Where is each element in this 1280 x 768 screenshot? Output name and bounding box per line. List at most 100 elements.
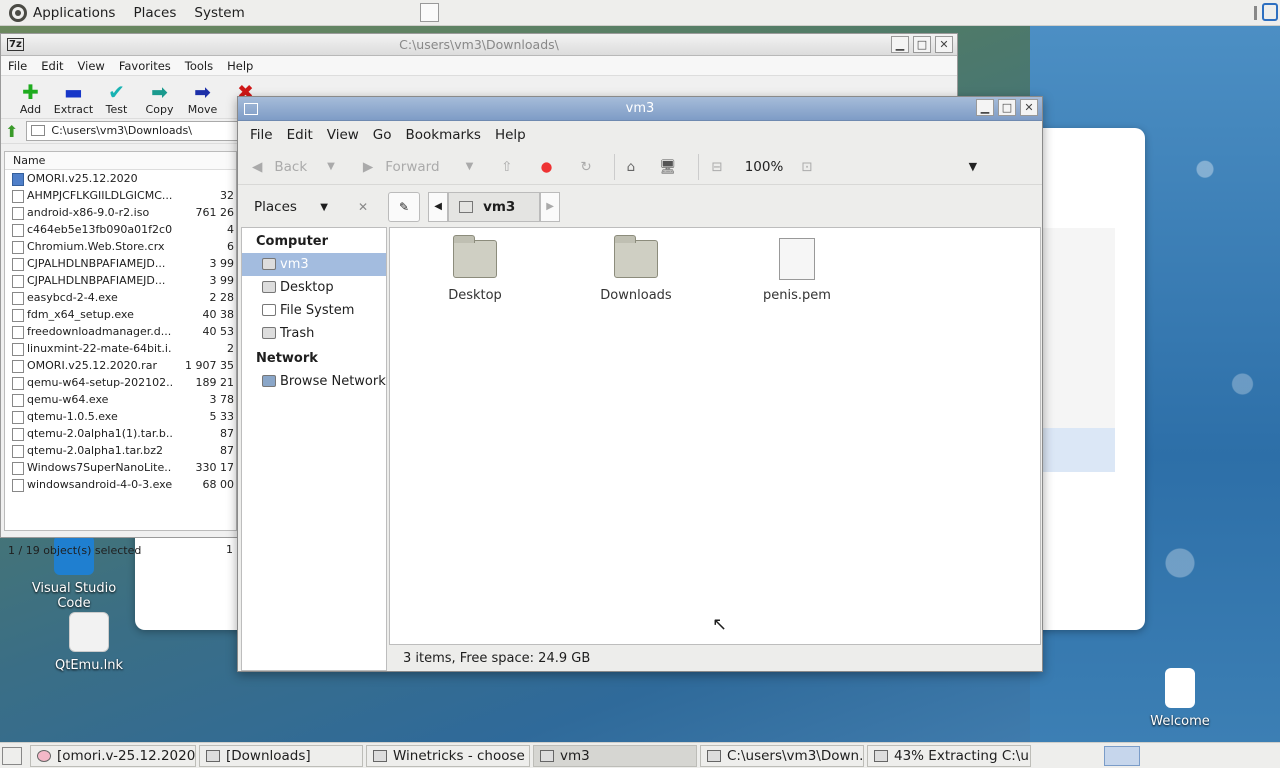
maximize-button[interactable]: □ [913,36,931,53]
7zip-icon [874,749,888,762]
file-row[interactable]: OMORI.v25.12.2020 [5,170,236,187]
7zip-file-list: Name OMORI.v25.12.2020 AHMPJCFLKGIILDLGIC… [4,151,237,531]
file-row[interactable]: Chromium.Web.Store.crx 6 [5,238,236,255]
desktop-icon-welcome[interactable]: Welcome [1120,668,1240,729]
menu-edit[interactable]: Edit [280,127,320,143]
file-row[interactable]: qtemu-2.0alpha1.tar.bz2 87 [5,442,236,459]
computer-button[interactable]: 🖥 [659,159,676,175]
workspace-switcher[interactable] [1104,745,1140,766]
menu-view[interactable]: View [320,127,366,143]
menu-edit[interactable]: Edit [34,59,70,73]
task-winetricks[interactable]: Winetricks - choose ... [366,744,530,767]
path-button-vm3[interactable]: vm3 [448,192,541,222]
menu-bookmarks[interactable]: Bookmarks [399,127,488,143]
close-sidebar-icon[interactable]: ✕ [358,200,368,214]
file-item-pem[interactable]: penis.pem [737,238,857,303]
minimize-button[interactable]: ▁ [976,99,994,116]
menu-view[interactable]: View [71,59,112,73]
file-row[interactable]: CJPALHDLNBPAFIAMEJD... 3 99 [5,272,236,289]
file-size: 5 33 [209,410,235,423]
zoom-out-button[interactable]: ⊟ [711,159,722,175]
file-row[interactable]: OMORI.v25.12.2020.rar 1 907 35 [5,357,236,374]
home-folder-icon: ⌂ [626,158,636,175]
path-field[interactable]: C:\users\vm3\Downloads\ [26,121,247,141]
sidebar-item-browse-network[interactable]: Browse Network [242,370,386,393]
task-vm3[interactable]: vm3 [533,744,697,767]
file-name: Chromium.Web.Store.crx [5,238,172,255]
menu-file[interactable]: File [1,59,34,73]
show-desktop-icon[interactable] [2,746,22,765]
forward-history-dropdown[interactable]: ▼ [466,161,474,172]
update-notifier-icon[interactable] [1262,3,1278,21]
launcher-icon[interactable] [420,3,439,22]
file-size: 87 [220,444,234,457]
menu-tools[interactable]: Tools [178,59,220,73]
zoom-in-button[interactable]: ⊡ [801,159,812,175]
file-row[interactable]: android-x86-9.0-r2.iso 761 26 [5,204,236,221]
menu-favorites[interactable]: Favorites [112,59,178,73]
file-row[interactable]: qemu-w64-setup-202102... 189 21 [5,374,236,391]
stop-button[interactable]: ● [541,159,553,175]
places-menu[interactable]: Places [124,0,185,26]
move-button[interactable]: ➡ Move [181,81,224,118]
extract-button[interactable]: ▬ Extract [52,81,95,118]
toggle-location-entry-button[interactable]: ✎ [388,192,421,222]
file-row[interactable]: linuxmint-22-mate-64bit.i... 2 [5,340,236,357]
task-omori[interactable]: [omori.v-25.12.2020... [30,744,196,767]
desktop-icon-qtemu[interactable]: QtEmu.lnk [29,612,149,673]
column-header-name[interactable]: Name [5,152,236,170]
file-name: linuxmint-22-mate-64bit.i... [5,340,172,357]
applications-menu[interactable]: Applications [0,0,124,26]
path-left-button[interactable]: ◀ [428,192,449,222]
sidebar-item-desktop[interactable]: Desktop [242,276,386,299]
file-name: Windows7SuperNanoLite... [5,459,172,476]
home-button[interactable]: ⌂ [627,159,636,175]
menu-go[interactable]: Go [366,127,399,143]
task-downloads[interactable]: [Downloads] [199,744,363,767]
file-item-desktop[interactable]: Desktop [415,235,535,303]
test-button[interactable]: ✔ Test [95,81,138,118]
back-history-dropdown[interactable]: ▼ [327,161,335,172]
toolbar-overflow-button[interactable]: ▼ [969,160,977,173]
menu-help[interactable]: Help [488,127,533,143]
file-size: 40 53 [202,325,235,338]
section-network: Network [256,351,318,366]
sidebar-selector[interactable]: Places ▼ [254,199,328,215]
reload-button[interactable]: ↻ [580,159,591,175]
file-row[interactable]: c464eb5e13fb090a01f2c0... 4 [5,221,236,238]
folder-icon [453,235,497,278]
file-row[interactable]: AHMPJCFLKGIILDLGICMC... 32 [5,187,236,204]
file-row[interactable]: windowsandroid-4-0-3.exe 68 00 [5,476,236,493]
file-row[interactable]: easybcd-2-4.exe 2 28 [5,289,236,306]
file-row[interactable]: freedownloadmanager.d... 40 53 [5,323,236,340]
file-row[interactable]: qtemu-1.0.5.exe 5 33 [5,408,236,425]
file-row[interactable]: fdm_x64_setup.exe 40 38 [5,306,236,323]
maximize-button[interactable]: □ [998,99,1016,116]
file-item-downloads[interactable]: Downloads [576,235,696,303]
file-row[interactable]: Windows7SuperNanoLite... 330 17 [5,459,236,476]
path-right-button[interactable]: ▶ [540,192,561,222]
system-menu[interactable]: System [185,0,253,26]
back-button[interactable]: ◀ Back [252,159,307,175]
sidebar-item-file-system[interactable]: File System [242,299,386,322]
7zip-title: C:\users\vm3\Downloads\ [399,37,559,52]
7zip-titlebar[interactable]: 7z C:\users\vm3\Downloads\ ▁ □ ✕ [1,34,957,56]
menu-file[interactable]: File [243,127,280,143]
file-row[interactable]: qtemu-2.0alpha1(1).tar.b... 87 [5,425,236,442]
close-button[interactable]: ✕ [935,36,953,53]
sidebar-item-trash[interactable]: Trash [242,322,386,345]
file-manager-titlebar[interactable]: vm3 ▁ □ ✕ [238,97,1042,121]
file-row[interactable]: CJPALHDLNBPAFIAMEJD... 3 99 [5,255,236,272]
task-7zip[interactable]: C:\users\vm3\Down... [700,744,864,767]
forward-button[interactable]: ▶ Forward [363,159,440,175]
file-row[interactable]: qemu-w64.exe 3 78 [5,391,236,408]
copy-button[interactable]: ➡ Copy [138,81,181,118]
up-folder-icon[interactable]: ⬆ [5,122,18,141]
minimize-button[interactable]: ▁ [891,36,909,53]
close-button[interactable]: ✕ [1020,99,1038,116]
task-extracting[interactable]: 43% Extracting C:\u... [867,744,1031,767]
sidebar-item-vm3[interactable]: vm3 [242,253,386,276]
menu-help[interactable]: Help [220,59,260,73]
add-button[interactable]: ✚ Add [9,81,52,118]
up-button[interactable]: ⇧ [501,159,512,175]
